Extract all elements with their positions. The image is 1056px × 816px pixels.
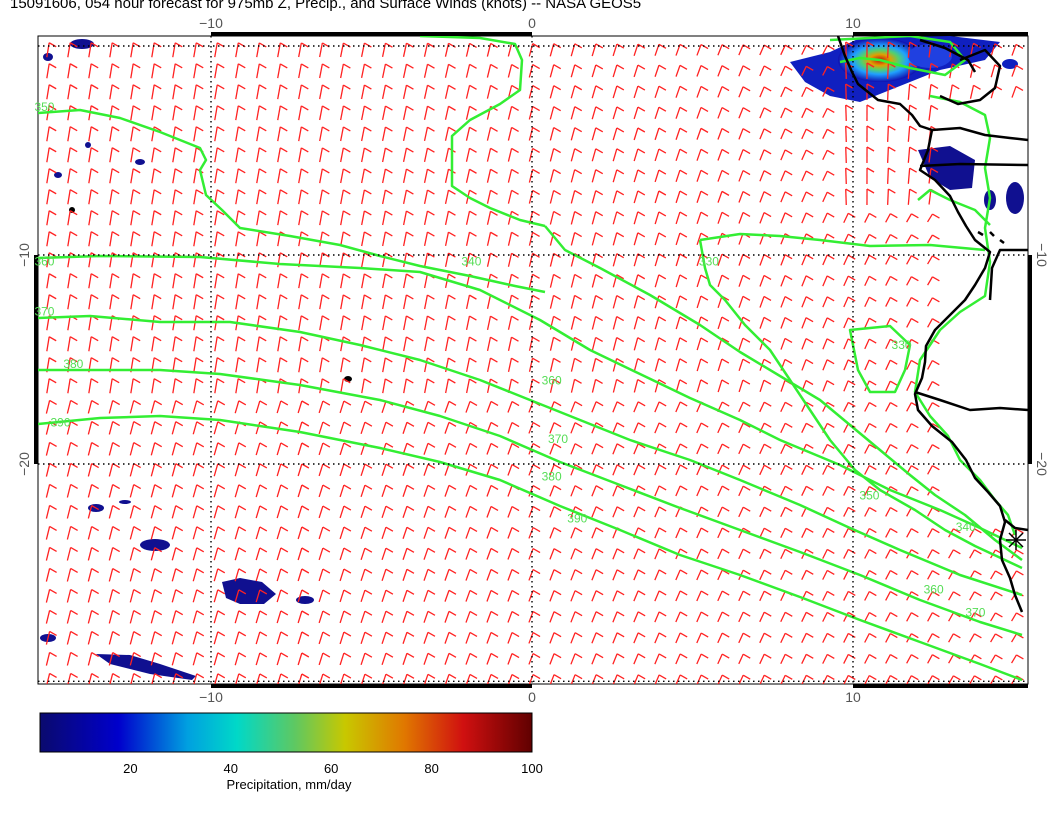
contour-label: 360	[542, 374, 562, 388]
colorbar: 20 40 60 80 100 Precipitation, mm/day	[39, 712, 543, 792]
colorbar-tick-label: 100	[521, 761, 543, 776]
colorbar-label: Precipitation, mm/day	[227, 777, 352, 792]
contour-label: 370	[965, 606, 985, 620]
axis-bar-bottom	[211, 684, 532, 688]
lon-tick-bottom: −10	[199, 689, 223, 705]
axis-bar-top	[211, 32, 532, 36]
contour-label: 330	[699, 254, 719, 268]
contour-label: 380	[542, 470, 562, 484]
lat-tick-right: −20	[1034, 452, 1050, 476]
axis-bar-top	[853, 32, 1028, 36]
contour-label: 340	[461, 254, 481, 268]
axis-bar-bottom	[853, 684, 1028, 688]
forecast-map: −10 −10 0 0 10 10 −10 −10 −20 −20 340 330 340 330 350…	[16, 15, 1050, 792]
contour-label: 380	[63, 357, 83, 371]
lat-tick-left: −20	[16, 452, 32, 476]
lon-tick-top: 0	[528, 15, 536, 31]
lon-tick-top: −10	[199, 15, 223, 31]
lon-tick-top: 10	[845, 15, 861, 31]
contour-label: 350	[859, 489, 879, 503]
lat-tick-right: −10	[1034, 243, 1050, 267]
contour-label: 390	[51, 415, 71, 429]
contour-label: 340	[956, 520, 976, 534]
map-frame	[37, 35, 1029, 685]
lon-tick-bottom: 0	[528, 689, 536, 705]
lat-tick-left: −10	[16, 243, 32, 267]
contour-label: 390	[567, 512, 587, 526]
axis-bar-left	[34, 255, 38, 464]
contour-label: 360	[34, 254, 54, 268]
colorbar-tick-label: 20	[123, 761, 137, 776]
colorbar-ticks: 20 40 60 80 100	[123, 761, 543, 776]
station-marker-icon	[1006, 530, 1026, 550]
contour-label: 350	[34, 100, 54, 114]
contour-label: 360	[924, 583, 944, 597]
colorbar-tick-label: 40	[224, 761, 238, 776]
colorbar-tick-label: 60	[324, 761, 338, 776]
lon-tick-bottom: 10	[845, 689, 861, 705]
contour-label: 330	[892, 338, 912, 352]
axis-bar-right	[1028, 255, 1032, 464]
colorbar-tick-label: 80	[424, 761, 438, 776]
contour-label: 370	[34, 305, 54, 319]
contour-label: 370	[548, 432, 568, 446]
colorbar-gradient	[39, 712, 533, 753]
